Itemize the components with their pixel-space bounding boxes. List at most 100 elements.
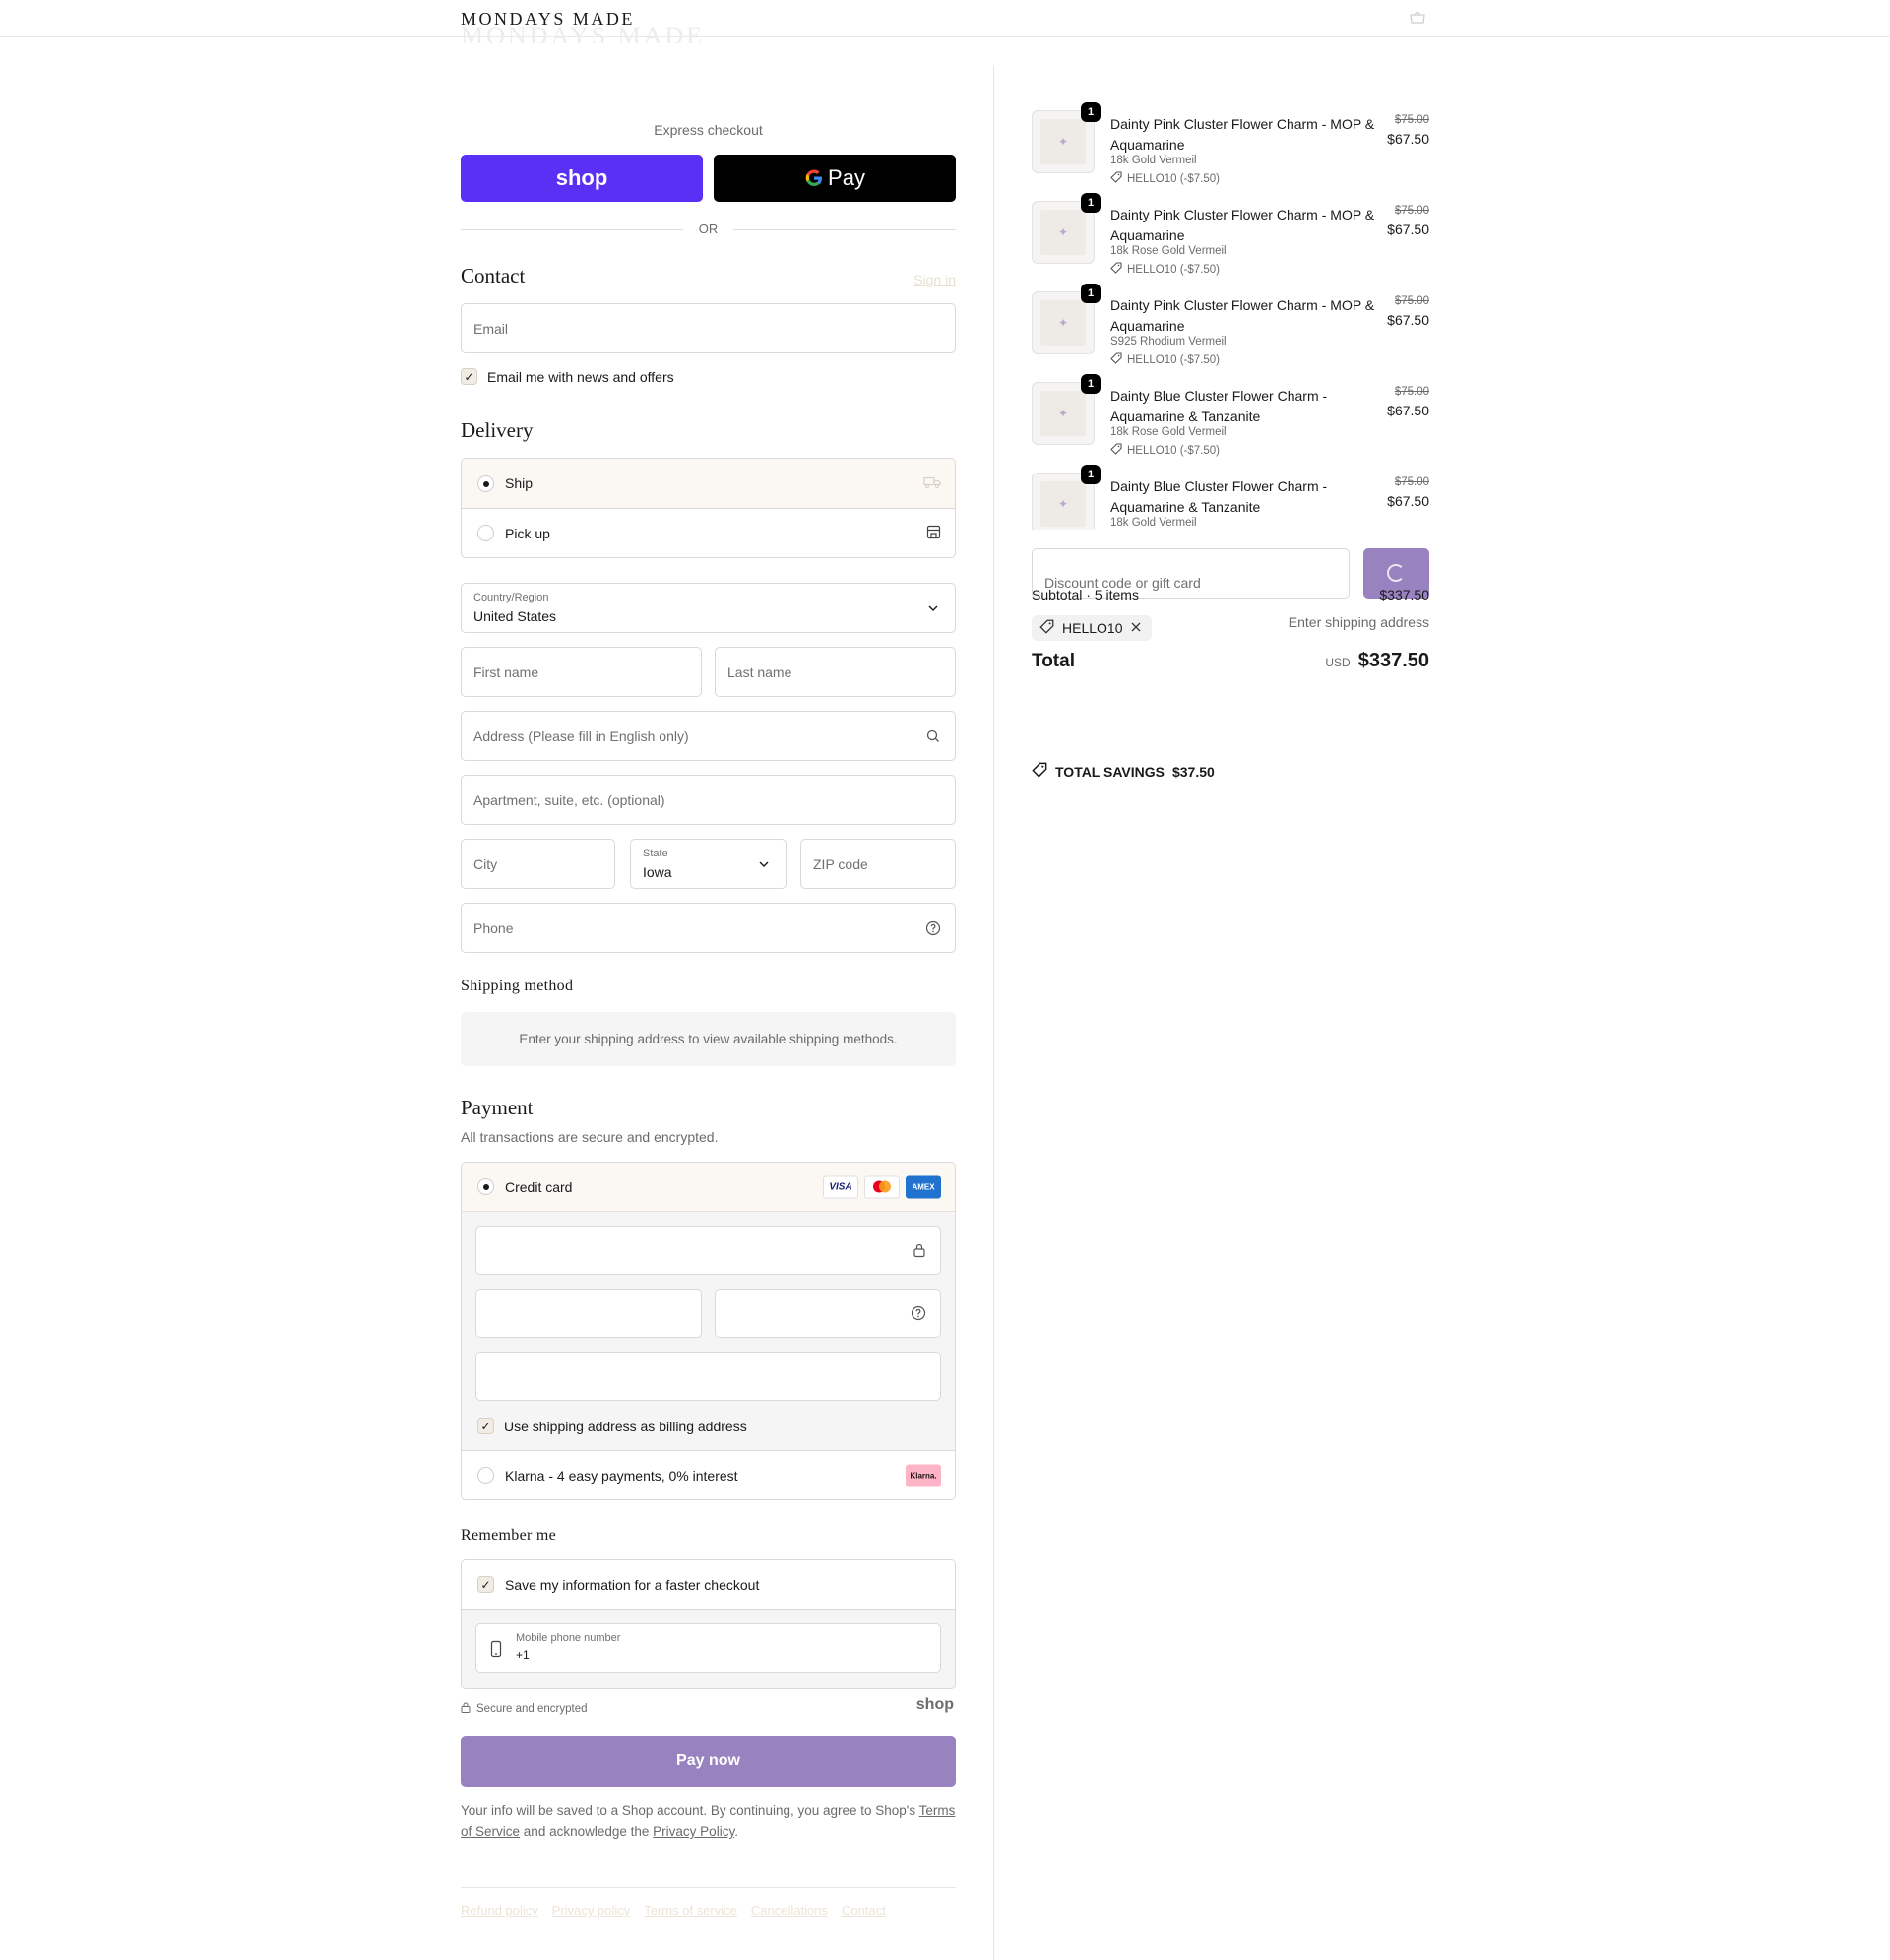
checkmark-icon[interactable]: ✓ bbox=[461, 368, 477, 385]
legal-text-1: Your info will be saved to a Shop accoun… bbox=[461, 1803, 916, 1818]
item-price: $67.50 bbox=[1387, 493, 1429, 509]
pickup-label: Pick up bbox=[505, 525, 550, 541]
shop-pay-button[interactable]: shop bbox=[461, 155, 703, 202]
lock-icon bbox=[913, 1242, 926, 1263]
country-select[interactable]: Country/Region United States bbox=[461, 583, 956, 633]
remove-discount-icon[interactable] bbox=[1130, 620, 1142, 636]
credit-card-radio[interactable] bbox=[477, 1178, 494, 1195]
order-item: ✦ 1 Dainty Pink Cluster Flower Charm - M… bbox=[1032, 102, 1429, 189]
sign-in-link[interactable]: Sign in bbox=[914, 272, 956, 287]
quantity-badge: 1 bbox=[1081, 374, 1101, 394]
secure-label: Secure and encrypted bbox=[476, 1703, 588, 1715]
total-savings: TOTAL SAVINGS $37.50 bbox=[1032, 762, 1215, 781]
ship-radio[interactable] bbox=[477, 474, 494, 492]
shop-pay-label: shop bbox=[555, 165, 608, 190]
quantity-badge: 1 bbox=[1081, 102, 1101, 122]
card-number-field[interactable] bbox=[475, 1226, 941, 1275]
pay-now-button[interactable]: Pay now bbox=[461, 1736, 956, 1787]
save-info-row[interactable]: ✓ Save my information for a faster check… bbox=[462, 1560, 955, 1610]
applied-discount-chip: HELLO10 bbox=[1032, 615, 1153, 641]
cancellations-link[interactable]: Cancellations bbox=[751, 1903, 828, 1918]
column-divider bbox=[993, 65, 994, 1960]
product-variant: S925 Rhodium Vermeil bbox=[1110, 336, 1227, 348]
help-icon[interactable] bbox=[925, 920, 941, 936]
order-item: ✦ 1 Dainty Blue Cluster Flower Charm - A… bbox=[1032, 374, 1429, 461]
first-name-placeholder: First name bbox=[473, 664, 539, 680]
product-discount: HELLO10 (-$7.50) bbox=[1110, 352, 1220, 367]
original-price: $75.00 bbox=[1394, 295, 1429, 307]
google-g-icon bbox=[805, 169, 823, 186]
privacy-policy-footer-link[interactable]: Privacy policy bbox=[552, 1903, 630, 1918]
klarna-radio[interactable] bbox=[477, 1467, 494, 1484]
security-code-field[interactable] bbox=[715, 1289, 941, 1338]
checkmark-icon[interactable]: ✓ bbox=[477, 1576, 494, 1593]
name-on-card-field[interactable] bbox=[475, 1352, 941, 1401]
mobile-phone-field[interactable]: Mobile phone number +1 bbox=[475, 1623, 941, 1673]
country-value: United States bbox=[473, 608, 557, 624]
subtotal-label: Subtotal · 5 items bbox=[1032, 587, 1139, 602]
payment-methods: Credit card VISA AMEX ✓ Use shipping add… bbox=[461, 1162, 956, 1500]
currency-code: USD bbox=[1325, 656, 1351, 669]
footer-links: Refund policy Privacy policy Terms of se… bbox=[461, 1903, 886, 1918]
tag-icon bbox=[1110, 262, 1122, 277]
tag-icon bbox=[1110, 443, 1122, 458]
apartment-field[interactable]: Apartment, suite, etc. (optional) bbox=[461, 775, 956, 825]
klarna-badge-icon: Klarna. bbox=[906, 1464, 941, 1486]
checkmark-icon[interactable]: ✓ bbox=[477, 1418, 494, 1434]
card-brand-badges: VISA AMEX bbox=[823, 1175, 941, 1198]
pickup-radio[interactable] bbox=[477, 525, 494, 541]
mobile-phone-value: +1 bbox=[516, 1648, 530, 1662]
phone-field[interactable]: Phone bbox=[461, 903, 956, 953]
product-variant: 18k Gold Vermeil bbox=[1110, 155, 1197, 166]
item-price: $67.50 bbox=[1387, 221, 1429, 237]
quantity-badge: 1 bbox=[1081, 284, 1101, 303]
privacy-policy-link[interactable]: Privacy Policy bbox=[653, 1824, 734, 1839]
billing-checkbox-row[interactable]: ✓ Use shipping address as billing addres… bbox=[477, 1418, 747, 1434]
original-price: $75.00 bbox=[1394, 386, 1429, 398]
total-value: $337.50 bbox=[1357, 650, 1429, 671]
product-title: Dainty Blue Cluster Flower Charm - Aquam… bbox=[1110, 478, 1328, 515]
chevron-down-icon bbox=[756, 856, 772, 872]
news-checkbox-label: Email me with news and offers bbox=[487, 368, 674, 385]
address-placeholder: Address (Please fill in English only) bbox=[473, 727, 689, 744]
city-field[interactable]: City bbox=[461, 839, 615, 889]
state-value: Iowa bbox=[643, 864, 672, 880]
country-label: Country/Region bbox=[473, 592, 549, 603]
google-pay-button[interactable]: Pay bbox=[714, 155, 956, 202]
visa-icon: VISA bbox=[823, 1175, 858, 1198]
last-name-field[interactable]: Last name bbox=[715, 647, 956, 697]
lock-icon bbox=[461, 1702, 471, 1716]
terms-of-service-footer-link[interactable]: Terms of service bbox=[644, 1903, 737, 1918]
search-icon bbox=[925, 728, 941, 744]
expiration-field[interactable] bbox=[475, 1289, 702, 1338]
order-item: ✦ 1 Dainty Pink Cluster Flower Charm - M… bbox=[1032, 193, 1429, 280]
brand-logo-ghost: MONDAYS MADE bbox=[461, 22, 706, 43]
contact-link[interactable]: Contact bbox=[842, 1903, 886, 1918]
billing-label: Use shipping address as billing address bbox=[504, 1418, 747, 1434]
state-select[interactable]: State Iowa bbox=[630, 839, 787, 889]
refund-policy-link[interactable]: Refund policy bbox=[461, 1903, 538, 1918]
tag-icon bbox=[1110, 352, 1122, 367]
zip-field[interactable]: ZIP code bbox=[800, 839, 956, 889]
or-divider: OR bbox=[461, 221, 956, 237]
applied-code: HELLO10 bbox=[1062, 620, 1123, 636]
total-amount: USD $337.50 bbox=[1325, 650, 1429, 672]
delivery-option-ship[interactable]: Ship bbox=[462, 459, 955, 508]
loading-spinner-icon bbox=[1387, 564, 1405, 582]
email-field[interactable]: Email bbox=[461, 303, 956, 353]
delivery-option-pickup[interactable]: Pick up bbox=[462, 508, 955, 557]
first-name-field[interactable]: First name bbox=[461, 647, 702, 697]
quantity-badge: 1 bbox=[1081, 465, 1101, 484]
tag-icon bbox=[1032, 762, 1047, 781]
address-field[interactable]: Address (Please fill in English only) bbox=[461, 711, 956, 761]
help-icon[interactable] bbox=[911, 1305, 926, 1326]
payment-option-klarna[interactable]: Klarna - 4 easy payments, 0% interest Kl… bbox=[462, 1450, 955, 1499]
payment-option-credit-card[interactable]: Credit card VISA AMEX bbox=[462, 1163, 955, 1212]
express-checkout-title: Express checkout bbox=[654, 122, 763, 138]
product-title: Dainty Pink Cluster Flower Charm - MOP &… bbox=[1110, 297, 1375, 334]
savings-value: $37.50 bbox=[1171, 763, 1215, 780]
klarna-label: Klarna - 4 easy payments, 0% interest bbox=[505, 1467, 738, 1484]
shipping-method-message: Enter your shipping address to view avai… bbox=[461, 1012, 956, 1066]
bag-icon[interactable] bbox=[1408, 10, 1427, 24]
news-checkbox-row[interactable]: ✓ Email me with news and offers bbox=[461, 368, 674, 385]
